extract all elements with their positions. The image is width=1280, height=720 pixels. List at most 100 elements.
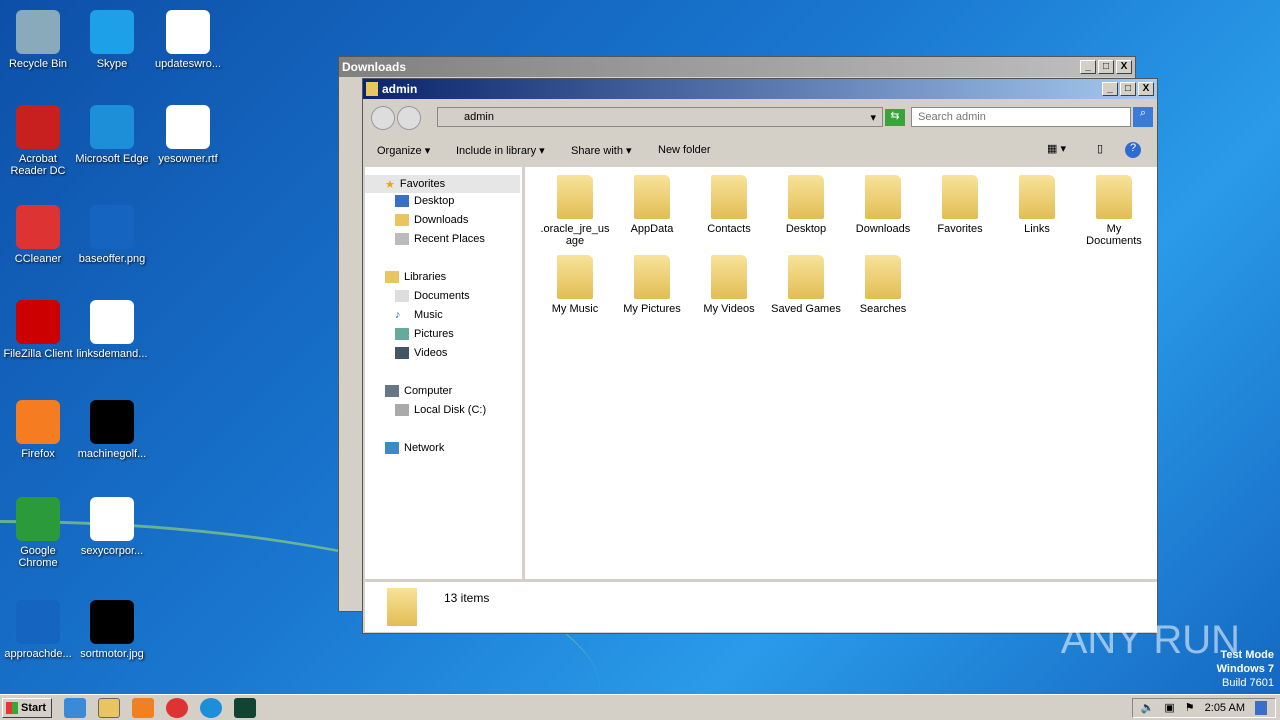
chrome-icon[interactable] bbox=[166, 697, 188, 718]
minimize-button[interactable]: _ bbox=[1102, 82, 1118, 96]
app-icon[interactable] bbox=[234, 697, 256, 718]
desktop-icon-image bbox=[90, 205, 134, 249]
desktop-icon-image bbox=[16, 497, 60, 541]
back-button[interactable] bbox=[371, 106, 395, 130]
desktop-icon[interactable]: machinegolf... bbox=[74, 400, 150, 460]
media-player-icon[interactable] bbox=[132, 697, 154, 718]
folder-icon bbox=[557, 175, 593, 219]
folder-label: My Pictures bbox=[623, 303, 681, 315]
nav-local-disk[interactable]: Local Disk (C:) bbox=[395, 404, 486, 416]
refresh-button[interactable]: ⇆ bbox=[885, 109, 905, 126]
folder-item[interactable]: My Music bbox=[539, 255, 611, 315]
navigation-pane: ★ Favorites Desktop Downloads Recent Plac… bbox=[365, 167, 522, 579]
folder-item[interactable]: Links bbox=[1001, 175, 1073, 235]
desktop-icon[interactable]: Skype bbox=[74, 10, 150, 70]
desktop-icon[interactable]: Google Chrome bbox=[0, 497, 76, 569]
maximize-button[interactable]: □ bbox=[1120, 82, 1136, 96]
include-in-library-button[interactable]: Include in library ▾ bbox=[456, 144, 545, 157]
nav-network[interactable]: Network bbox=[385, 442, 444, 454]
clock[interactable]: 2:05 AM bbox=[1205, 702, 1245, 714]
item-count: 13 items bbox=[444, 591, 490, 605]
desktop-icon-image bbox=[166, 105, 210, 149]
os-name-line: Windows 7 bbox=[1216, 663, 1274, 675]
volume-icon[interactable]: 🔈 bbox=[1141, 701, 1155, 714]
desktop-icon[interactable]: Acrobat Reader DC bbox=[0, 105, 76, 177]
maximize-button[interactable]: □ bbox=[1098, 60, 1114, 74]
desktop-icon[interactable]: approachde... bbox=[0, 600, 76, 660]
flag-icon[interactable]: ⚑ bbox=[1185, 701, 1195, 714]
folder-item[interactable]: Downloads bbox=[847, 175, 919, 235]
search-button[interactable]: ⌕ bbox=[1133, 107, 1153, 127]
desktop-icon[interactable]: updateswro... bbox=[150, 10, 226, 70]
explorer-icon[interactable] bbox=[98, 697, 120, 718]
show-desktop-button[interactable] bbox=[1255, 700, 1267, 715]
windows-logo-icon bbox=[6, 701, 18, 714]
folder-icon bbox=[865, 175, 901, 219]
close-button[interactable]: X bbox=[1116, 60, 1132, 74]
desktop-icon[interactable]: baseoffer.png bbox=[74, 205, 150, 265]
nav-computer[interactable]: Computer bbox=[385, 385, 452, 397]
folder-item[interactable]: Searches bbox=[847, 255, 919, 315]
nav-music[interactable]: ♪ Music bbox=[395, 309, 443, 321]
folder-item[interactable]: My Pictures bbox=[616, 255, 688, 315]
internet-explorer-icon[interactable] bbox=[64, 697, 86, 718]
view-options-icon[interactable]: ▦ ▾ bbox=[1047, 142, 1066, 155]
folder-icon bbox=[788, 175, 824, 219]
folder-item[interactable]: Desktop bbox=[770, 175, 842, 235]
desktop-icon[interactable]: Recycle Bin bbox=[0, 10, 76, 70]
preview-pane-icon[interactable]: ▯ bbox=[1097, 142, 1103, 155]
nav-documents[interactable]: Documents bbox=[395, 290, 470, 302]
nav-desktop[interactable]: Desktop bbox=[395, 195, 454, 207]
desktop-icon[interactable]: CCleaner bbox=[0, 205, 76, 265]
window-title: Downloads bbox=[342, 60, 407, 74]
desktop-icon-image bbox=[90, 497, 134, 541]
desktop-icon-image bbox=[90, 105, 134, 149]
nav-pictures[interactable]: Pictures bbox=[395, 328, 454, 340]
address-bar[interactable]: admin ▾ bbox=[437, 107, 883, 127]
folder-item[interactable]: AppData bbox=[616, 175, 688, 235]
start-button[interactable]: Start bbox=[2, 697, 52, 718]
window-title: admin bbox=[382, 82, 418, 96]
share-with-button[interactable]: Share with ▾ bbox=[571, 144, 632, 157]
folder-item[interactable]: My Videos bbox=[693, 255, 765, 315]
folder-label: .oracle_jre_usage bbox=[540, 223, 610, 247]
nav-recent-places[interactable]: Recent Places bbox=[395, 233, 485, 245]
desktop-icon[interactable]: Microsoft Edge bbox=[74, 105, 150, 165]
desktop-icon-label: approachde... bbox=[4, 648, 72, 660]
desktop-icon[interactable]: yesowner.rtf bbox=[150, 105, 226, 165]
folder-item[interactable]: Favorites bbox=[924, 175, 996, 235]
desktop-icon[interactable]: Firefox bbox=[0, 400, 76, 460]
desktop-icon[interactable]: sortmotor.jpg bbox=[74, 600, 150, 660]
desktop-icon-image bbox=[16, 10, 60, 54]
help-icon[interactable]: ? bbox=[1125, 142, 1141, 158]
nav-favorites[interactable]: ★ Favorites bbox=[365, 175, 520, 193]
minimize-button[interactable]: _ bbox=[1080, 60, 1096, 74]
organize-button[interactable]: Organize ▾ bbox=[377, 144, 430, 157]
admin-window[interactable]: admin _□X admin ▾ ⇆ ⌕ Organize ▾ Include … bbox=[362, 78, 1158, 634]
breadcrumb[interactable]: admin bbox=[464, 111, 494, 123]
desktop-icon[interactable]: linksdemand... bbox=[74, 300, 150, 360]
folder-icon bbox=[366, 82, 378, 96]
folder-item[interactable]: My Documents bbox=[1078, 175, 1150, 247]
desktop-icon-label: Firefox bbox=[21, 448, 55, 460]
folder-item[interactable]: Saved Games bbox=[770, 255, 842, 315]
nav-libraries[interactable]: Libraries bbox=[385, 271, 446, 283]
folder-item[interactable]: .oracle_jre_usage bbox=[539, 175, 611, 247]
chevron-down-icon[interactable]: ▾ bbox=[870, 111, 876, 124]
folder-item[interactable]: Contacts bbox=[693, 175, 765, 235]
desktop-icon[interactable]: FileZilla Client bbox=[0, 300, 76, 360]
desktop-icon-label: CCleaner bbox=[14, 253, 62, 265]
desktop-icon[interactable]: sexycorpor... bbox=[74, 497, 150, 557]
forward-button[interactable] bbox=[397, 106, 421, 130]
nav-videos[interactable]: Videos bbox=[395, 347, 447, 359]
edge-icon[interactable] bbox=[200, 697, 222, 718]
desktop-icon-label: FileZilla Client bbox=[3, 348, 73, 360]
folder-label: Saved Games bbox=[771, 303, 841, 315]
close-button[interactable]: X bbox=[1138, 82, 1154, 96]
network-icon[interactable]: ▣ bbox=[1164, 701, 1174, 714]
new-folder-button[interactable]: New folder bbox=[658, 144, 711, 156]
desktop-icon-image bbox=[90, 300, 134, 344]
search-input[interactable] bbox=[911, 107, 1131, 127]
folder-icon bbox=[634, 175, 670, 219]
nav-downloads[interactable]: Downloads bbox=[395, 214, 468, 226]
